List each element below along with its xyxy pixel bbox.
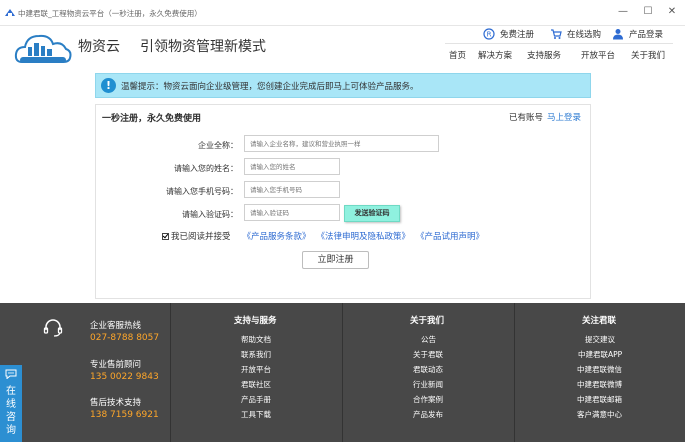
free-register-label: 免费注册 [500, 30, 535, 40]
site-header: 物资云 引领物资管理新模式 R 免费注册 在线选购 产品登录 首页 解决方案 支… [0, 26, 685, 70]
footer-link-release[interactable]: 产品发布 [413, 409, 443, 420]
footer-link-announcement[interactable]: 公告 [421, 334, 436, 345]
send-code-button[interactable]: 发送验证码 [344, 205, 400, 222]
footer-heading-follow: 关注君联 [582, 316, 617, 326]
footer-link-satisfaction[interactable]: 客户满意中心 [577, 409, 622, 420]
footer-link-community[interactable]: 君联社区 [241, 379, 271, 390]
site-footer: 企业客服热线 027-8788 8057 专业售前顾问 135 0022 984… [0, 303, 685, 442]
chat-bubble-icon [5, 369, 17, 379]
notice-text: 温馨提示：物资云面向企业级管理，您创建企业完成后即马上可体验产品服务。 [121, 82, 419, 92]
footer-link-manual[interactable]: 产品手册 [241, 394, 271, 405]
footer-link-tools[interactable]: 工具下载 [241, 409, 271, 420]
product-login-label: 产品登录 [629, 30, 664, 40]
footer-link-app[interactable]: 中建君联APP [578, 349, 622, 360]
company-input[interactable] [244, 135, 439, 152]
brand-name: 物资云 [78, 39, 120, 55]
svg-text:R: R [487, 31, 492, 39]
footer-divider [342, 303, 343, 442]
headset-icon [43, 319, 63, 337]
login-link[interactable]: 马上登录 [547, 113, 581, 123]
online-consult-label: 在线咨询 [6, 386, 16, 436]
user-icon [613, 29, 623, 40]
name-input[interactable] [244, 158, 340, 175]
nav-about[interactable]: 关于我们 [631, 49, 665, 61]
company-label: 企业全称： [198, 141, 238, 150]
service-terms-link[interactable]: 《产品服务条款》 [243, 230, 311, 242]
register-button[interactable]: 立即注册 [302, 251, 369, 269]
exclamation-icon: ! [101, 78, 116, 93]
footer-link-open-platform[interactable]: 开放平台 [241, 364, 271, 375]
register-form: 一秒注册，永久免费使用 已有账号马上登录 企业全称： 请输入您的姓名： 请输入您… [95, 104, 591, 299]
footer-link-cases[interactable]: 合作案例 [413, 394, 443, 405]
footer-link-contact[interactable]: 联系我们 [241, 349, 271, 360]
close-button[interactable]: ✕ [664, 5, 680, 19]
nav-divider [445, 43, 673, 44]
footer-link-about-junlian[interactable]: 关于君联 [413, 349, 443, 360]
support-label: 售后技术支持 [90, 398, 142, 408]
nav-solutions[interactable]: 解决方案 [478, 49, 512, 61]
footer-heading-support: 支持与服务 [234, 316, 277, 326]
agree-text: 我已阅读并接受 [171, 232, 231, 242]
nav-support[interactable]: 支持服务 [527, 49, 561, 61]
online-buy-link[interactable]: 在线选购 [550, 27, 601, 41]
hotline-label: 企业客服热线 [90, 321, 142, 331]
phone-label: 请输入您手机号码： [166, 187, 238, 196]
presale-label: 专业售前顾问 [90, 360, 142, 370]
code-input[interactable] [244, 204, 340, 221]
phone-input[interactable] [244, 181, 340, 198]
product-login-link[interactable]: 产品登录 [612, 27, 663, 41]
footer-divider [170, 303, 171, 442]
presale-number: 135 0022 9843 [90, 372, 159, 382]
privacy-policy-link[interactable]: 《法律申明及隐私政策》 [317, 230, 411, 242]
have-account-text: 已有账号 [509, 113, 544, 123]
app-icon [5, 9, 15, 16]
maximize-button[interactable]: ☐ [640, 5, 656, 19]
form-title: 一秒注册，永久免费使用 [102, 114, 202, 124]
nav-open-platform[interactable]: 开放平台 [581, 49, 615, 61]
slogan: 引领物资管理新模式 [140, 39, 266, 55]
notice-banner: ! 温馨提示：物资云面向企业级管理，您创建企业完成后即马上可体验产品服务。 [95, 73, 591, 98]
name-label: 请输入您的姓名： [174, 164, 238, 173]
footer-link-industry[interactable]: 行业新闻 [413, 379, 443, 390]
footer-link-news[interactable]: 君联动态 [413, 364, 443, 375]
online-consult-button[interactable]: 在线咨询 [0, 365, 22, 442]
footer-link-weibo[interactable]: 中建君联微博 [577, 379, 622, 390]
support-number: 138 7159 6921 [90, 410, 159, 420]
free-register-link[interactable]: R 免费注册 [483, 27, 534, 41]
agree-checkbox[interactable] [162, 232, 169, 240]
footer-link-help-docs[interactable]: 帮助文档 [241, 334, 271, 345]
minimize-button[interactable]: — [615, 5, 631, 19]
footer-heading-about: 关于我们 [410, 316, 445, 326]
footer-link-email[interactable]: 中建君联邮箱 [577, 394, 622, 405]
register-icon: R [483, 28, 495, 40]
online-buy-label: 在线选购 [567, 30, 602, 40]
footer-link-feedback[interactable]: 提交建议 [585, 334, 615, 345]
window-titlebar: 中建君联_工程物资云平台（一秒注册，永久免费使用） — ☐ ✕ [0, 0, 685, 26]
cart-icon [551, 29, 562, 39]
window-title: 中建君联_工程物资云平台（一秒注册，永久免费使用） [18, 9, 202, 18]
have-account: 已有账号 马上登录 [509, 111, 581, 123]
hotline-number: 027-8788 8057 [90, 333, 160, 343]
footer-link-wechat[interactable]: 中建君联微信 [577, 364, 622, 375]
cloud-logo-icon[interactable] [14, 30, 72, 66]
trial-statement-link[interactable]: 《产品试用声明》 [416, 230, 484, 242]
agree-row: 我已阅读并接受 《产品服务条款》 《法律申明及隐私政策》 《产品试用声明》 [162, 230, 484, 242]
code-label: 请输入验证码： [182, 210, 238, 219]
nav-home[interactable]: 首页 [449, 49, 466, 61]
footer-divider [514, 303, 515, 442]
